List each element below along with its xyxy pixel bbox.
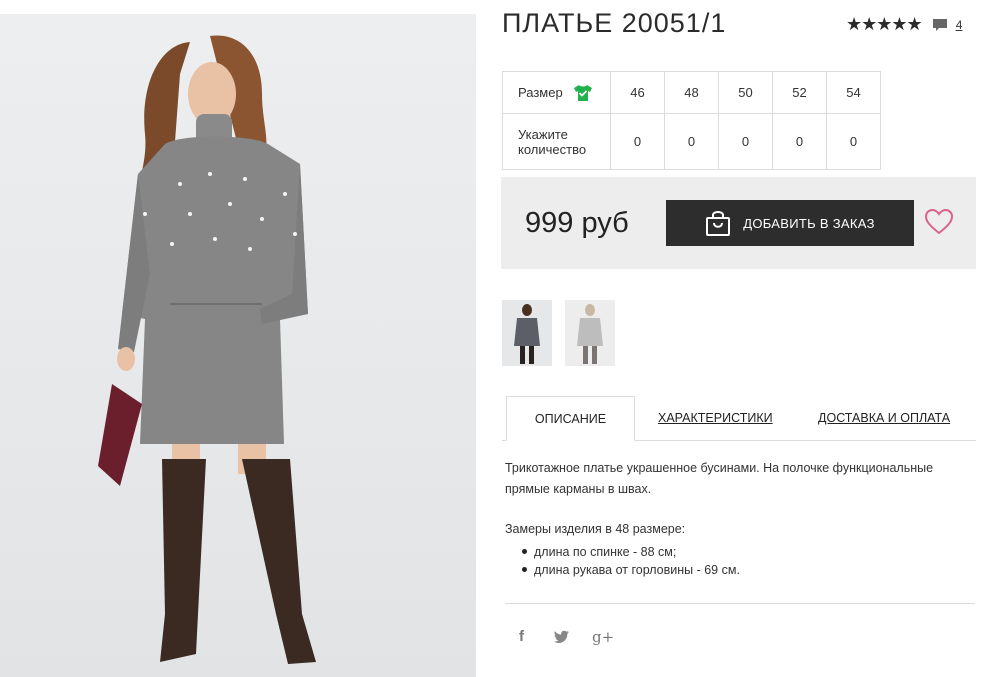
size-option[interactable]: 52 [772, 71, 827, 114]
twitter-icon[interactable] [554, 630, 570, 644]
thumbnail-front-image [514, 304, 540, 364]
add-to-order-button[interactable]: ДОБАВИТЬ В ЗАКАЗ [666, 200, 914, 246]
measurements-title: Замеры изделия в 48 размере: [505, 522, 686, 536]
list-item: длина по спинке - 88 см; [522, 543, 740, 561]
thumbnail-back[interactable] [565, 300, 615, 366]
product-description: Трикотажное платье украшенное бусинами. … [505, 461, 934, 496]
quantity-field[interactable]: 0 [718, 113, 773, 170]
product-price: 999 руб [525, 207, 629, 239]
product-main-photo[interactable] [0, 14, 476, 677]
order-panel: 999 руб ДОБАВИТЬ В ЗАКАЗ [501, 177, 976, 269]
product-title: ПЛАТЬЕ 20051/1 [502, 8, 727, 38]
size-option[interactable]: 50 [718, 71, 773, 114]
comment-icon[interactable] [932, 17, 948, 33]
quantity-field[interactable]: 0 [826, 113, 881, 170]
size-option[interactable]: 46 [610, 71, 665, 114]
size-option[interactable]: 48 [664, 71, 719, 114]
google-plus-icon[interactable]: g+ [592, 628, 614, 646]
rating-stars[interactable]: ★★★★★ [846, 14, 923, 35]
tab-description[interactable]: ОПИСАНИЕ [506, 396, 635, 441]
size-option[interactable]: 54 [826, 71, 881, 114]
thumbnail-front[interactable] [502, 300, 552, 366]
quantity-label: Укажите количество [502, 113, 611, 170]
quantity-row: Укажите количество 0 0 0 0 0 [502, 113, 881, 170]
size-row: Размер 46 48 50 52 54 [502, 71, 881, 114]
quantity-field[interactable]: 0 [610, 113, 665, 170]
facebook-icon[interactable]: f [519, 628, 524, 645]
add-to-order-label: ДОБАВИТЬ В ЗАКАЗ [743, 215, 875, 231]
measurements-list: длина по спинке - 88 см; длина рукава от… [522, 543, 740, 579]
heart-icon[interactable] [925, 209, 953, 235]
size-table: Размер 46 48 50 52 54 Укажите количество… [502, 71, 881, 170]
quantity-field[interactable]: 0 [664, 113, 719, 170]
tab-characteristics[interactable]: ХАРАКТЕРИСТИКИ [658, 411, 773, 425]
divider [505, 603, 975, 604]
size-chart-icon[interactable] [573, 84, 593, 102]
model-illustration [98, 35, 316, 664]
tab-delivery-payment[interactable]: ДОСТАВКА И ОПЛАТА [818, 411, 950, 425]
thumbnail-back-image [577, 304, 603, 364]
product-rating: ★★★★★ 4 [846, 14, 962, 35]
quantity-field[interactable]: 0 [772, 113, 827, 170]
comments-count-link[interactable]: 4 [956, 18, 963, 32]
size-label-cell: Размер [502, 71, 611, 114]
shopping-bag-icon [706, 211, 731, 236]
size-label: Размер [518, 85, 563, 100]
list-item: длина рукава от горловины - 69 см. [522, 561, 740, 579]
